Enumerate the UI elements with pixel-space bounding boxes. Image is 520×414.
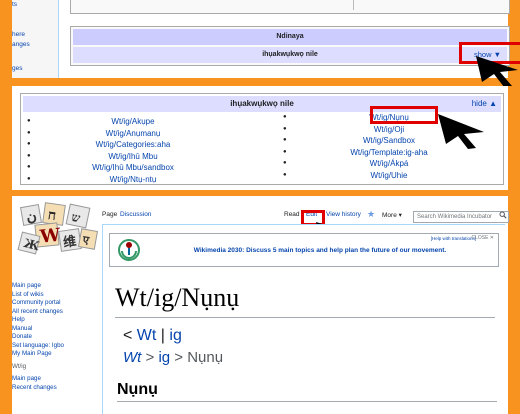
group-title: ihụakwụkwọ nile bbox=[262, 51, 318, 58]
list-item[interactable]: ● Wt/ig/Anụmanụ bbox=[23, 128, 243, 140]
more-menu[interactable]: More ▾ bbox=[382, 211, 402, 219]
navbox: Ndinaya ihụakwụkwọ nile show ▼ bbox=[70, 26, 510, 66]
list-item[interactable]: ● Wt/ig/Categories:aha bbox=[23, 139, 243, 151]
sidebar-link[interactable]: here bbox=[12, 30, 25, 39]
tab-view-history[interactable]: View history bbox=[326, 211, 361, 218]
wikimedia-logo-icon bbox=[118, 239, 140, 261]
site-notice: [Help with translations] CLOSE ✕ Wikimed… bbox=[109, 233, 499, 267]
sidebar-item-set-language[interactable]: Set language: Igbo bbox=[12, 342, 100, 351]
table-fragment bbox=[70, 0, 510, 14]
sidebar-item-wt-main-page[interactable]: Main page bbox=[12, 375, 100, 384]
path-link-wt[interactable]: Wt bbox=[123, 349, 141, 366]
sidebar-item-my-main-page[interactable]: My Main Page bbox=[12, 350, 100, 359]
sidebar-item-help[interactable]: Help bbox=[12, 316, 100, 325]
svg-text:W: W bbox=[38, 225, 62, 248]
search-input[interactable]: Search Wikimedia Incubator bbox=[413, 211, 509, 223]
breadcrumb: < Wt | ig bbox=[123, 327, 182, 344]
link-list-left: ● Wt/ig/Akụpe ● Wt/ig/Anụmanụ ● Wt/ig/Categ… bbox=[23, 116, 243, 185]
sidebar-section-heading: Wt/ig bbox=[12, 362, 27, 370]
navbox-title: Ndinaya bbox=[73, 29, 507, 45]
sidebar-item-main-page[interactable]: Main page bbox=[12, 282, 100, 291]
divider bbox=[117, 401, 497, 402]
list-item[interactable]: ● Wt/ig/Ihū Mbu bbox=[23, 151, 243, 163]
list-item[interactable]: ● Wt/ig/Ihū Mbu/sandbox bbox=[23, 162, 243, 174]
group-title: ihụakwụkwọ nile bbox=[230, 99, 294, 108]
breadcrumb-link-wt[interactable]: Wt bbox=[137, 327, 157, 344]
pointer-arrow-icon bbox=[476, 56, 518, 87]
tab-page[interactable]: Page bbox=[102, 211, 117, 218]
section-heading: Nụnụ bbox=[117, 381, 158, 398]
page-title: Wt/ig/Nụnụ bbox=[115, 283, 240, 312]
sidebar-item-wt-recent-changes[interactable]: Recent changes bbox=[12, 384, 100, 393]
bottom-panel: ن ח ש W Ж 维 ए Main page List of wikis Co… bbox=[0, 196, 520, 414]
highlight-box bbox=[370, 106, 438, 124]
sidebar: Main page List of wikis Community portal… bbox=[12, 282, 100, 392]
sidebar-fragment: ts here anges ges bbox=[12, 0, 58, 78]
sidebar-item-recent-changes[interactable]: All recent changes bbox=[12, 308, 100, 317]
middle-panel: ihụakwụkwọ nile hide ▲ ● Wt/ig/Akụpe ● Wt/… bbox=[0, 86, 520, 190]
close-notice-button[interactable]: CLOSE ✕ bbox=[471, 235, 494, 241]
divider bbox=[58, 0, 59, 78]
notice-message[interactable]: Wikimedia 2030: Discuss 5 main topics an… bbox=[150, 247, 490, 254]
sidebar-item-community-portal[interactable]: Community portal bbox=[12, 299, 100, 308]
sidebar-link[interactable]: anges bbox=[12, 40, 30, 49]
star-icon[interactable]: ★ bbox=[367, 209, 375, 220]
sidebar-item-list-of-wikis[interactable]: List of wikis bbox=[12, 291, 100, 300]
breadcrumb-path: Wt > ig > Nụnụ bbox=[123, 349, 224, 366]
tab-read[interactable]: Read bbox=[284, 211, 300, 218]
content-area: [Help with translations] CLOSE ✕ Wikimed… bbox=[102, 224, 505, 414]
pointer-arrow-icon bbox=[438, 114, 484, 149]
sidebar-link[interactable]: ges bbox=[12, 64, 22, 73]
sidebar-link[interactable]: ts bbox=[12, 0, 17, 9]
help-translations-link[interactable]: [Help with translations] bbox=[431, 236, 476, 241]
svg-text:维: 维 bbox=[62, 233, 77, 251]
path-link-ig[interactable]: ig bbox=[158, 349, 170, 366]
search-icon[interactable] bbox=[499, 211, 507, 219]
divider bbox=[115, 317, 495, 318]
navbox-group-header: ihụakwụkwọ nile show ▼ bbox=[73, 47, 507, 63]
hide-toggle[interactable]: hide ▲ bbox=[472, 96, 497, 112]
wikimedia-incubator-logo-icon: ن ח ש W Ж 维 ए bbox=[17, 202, 99, 262]
list-item[interactable]: ● Wt/ig/Uhie bbox=[279, 170, 499, 182]
sidebar-item-manual[interactable]: Manual bbox=[12, 325, 100, 334]
top-panel: ts here anges ges Ndinaya ihụakwụkwọ nil… bbox=[0, 0, 520, 87]
list-item[interactable]: ● Wt/ig/Ákpá bbox=[279, 158, 499, 170]
breadcrumb-link-ig[interactable]: ig bbox=[169, 327, 181, 344]
tab-discussion[interactable]: Discussion bbox=[120, 211, 151, 218]
list-item[interactable]: ● Wt/ig/Ntụ-ntụ bbox=[23, 174, 243, 186]
list-item[interactable]: ● Wt/ig/Akụpe bbox=[23, 116, 243, 128]
sidebar-item-donate[interactable]: Donate bbox=[12, 333, 100, 342]
